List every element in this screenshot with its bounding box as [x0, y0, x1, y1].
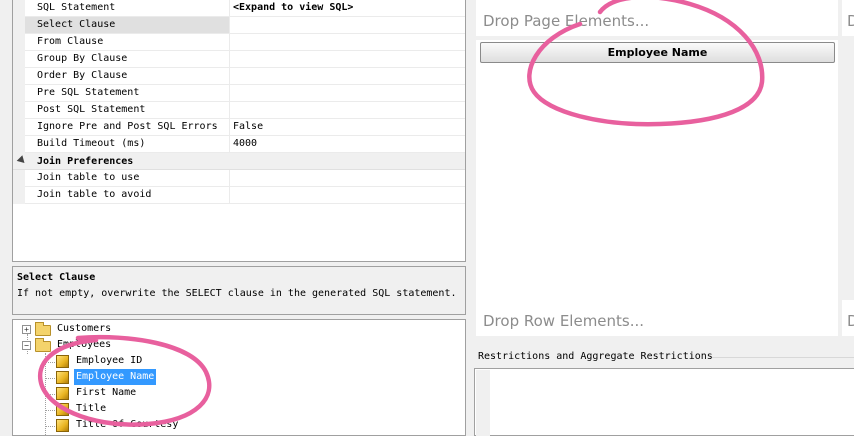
- property-row-post-sql-statement[interactable]: Post SQL Statement: [13, 102, 465, 119]
- property-row-select-clause[interactable]: Select Clause: [13, 17, 465, 34]
- field-cube-icon: [56, 371, 69, 384]
- header-divider: [712, 357, 854, 358]
- property-row-from-clause[interactable]: From Clause: [13, 34, 465, 51]
- tree-field-title-of-courtesy[interactable]: Title Of Courtesy: [13, 417, 313, 433]
- property-name: Build Timeout (ms): [25, 136, 230, 153]
- property-name: Ignore Pre and Post SQL Errors: [25, 119, 230, 136]
- property-value[interactable]: [230, 68, 465, 85]
- property-value[interactable]: <Expand to view SQL>: [230, 0, 465, 17]
- data-drop-area-bottom[interactable]: D: [842, 300, 854, 336]
- column-field-employee-name[interactable]: Employee Name: [480, 42, 835, 63]
- row-drop-hint: Drop Row Elements...: [483, 312, 645, 330]
- tree-label: Customers: [57, 323, 112, 334]
- description-title: Select Clause: [17, 272, 96, 283]
- collapse-minus-icon[interactable]: −: [22, 341, 31, 350]
- property-value[interactable]: [230, 102, 465, 119]
- tree-folder-customers[interactable]: + Customers: [13, 321, 313, 337]
- truncated-label: D: [847, 12, 854, 30]
- property-name: Pre SQL Statement: [25, 85, 230, 102]
- property-name: Select Clause: [25, 17, 230, 34]
- tree-folder-employees[interactable]: − Employees: [13, 337, 313, 353]
- property-name: SQL Statement: [25, 0, 230, 17]
- tree-label: Title Of Courtesy: [76, 419, 179, 430]
- tree-field-title[interactable]: Title: [13, 401, 313, 417]
- property-row-join-table-to-avoid[interactable]: Join table to avoid: [13, 187, 465, 204]
- property-name: Post SQL Statement: [25, 102, 230, 119]
- property-row-pre-sql-statement[interactable]: Pre SQL Statement: [13, 85, 465, 102]
- page-drop-area[interactable]: Drop Page Elements...: [476, 0, 838, 36]
- property-grid: SQL Statement <Expand to view SQL> Selec…: [12, 0, 466, 262]
- property-value[interactable]: [230, 187, 465, 204]
- property-value[interactable]: 4000: [230, 136, 465, 153]
- tree-field-employee-id[interactable]: Employee ID: [13, 353, 313, 369]
- property-row-build-timeout[interactable]: Build Timeout (ms) 4000: [13, 136, 465, 153]
- truncated-label: D: [847, 312, 854, 330]
- property-value[interactable]: [230, 17, 465, 34]
- field-tree[interactable]: + Customers − Employees Employee ID Empl…: [12, 319, 466, 436]
- property-name: From Clause: [25, 34, 230, 51]
- tree-label: First Name: [76, 387, 137, 398]
- expand-plus-icon[interactable]: +: [22, 325, 31, 334]
- folder-icon: [35, 338, 51, 352]
- field-cube-icon: [56, 403, 69, 416]
- property-name: Join table to use: [25, 170, 230, 187]
- restrictions-gutter: [476, 370, 490, 436]
- field-cube-icon: [56, 387, 69, 400]
- field-cube-icon: [56, 419, 69, 432]
- property-row-sql-statement[interactable]: SQL Statement <Expand to view SQL>: [13, 0, 465, 17]
- tree-field-employee-name[interactable]: Employee Name: [13, 369, 313, 385]
- property-row-join-table-to-use[interactable]: Join table to use: [13, 170, 465, 187]
- category-join-preferences[interactable]: Join Preferences: [13, 153, 465, 170]
- tree-label-selected: Employee Name: [74, 369, 157, 385]
- page-drop-hint: Drop Page Elements...: [483, 12, 650, 30]
- field-cube-icon: [56, 355, 69, 368]
- property-row-ignore-sql-errors[interactable]: Ignore Pre and Post SQL Errors False: [13, 119, 465, 136]
- property-row-order-by-clause[interactable]: Order By Clause: [13, 68, 465, 85]
- tree-field-first-name[interactable]: First Name: [13, 385, 313, 401]
- description-text: If not empty, overwrite the SELECT claus…: [17, 288, 457, 299]
- property-value[interactable]: [230, 51, 465, 68]
- tree-label: Title: [76, 403, 107, 414]
- property-row-group-by-clause[interactable]: Group By Clause: [13, 51, 465, 68]
- property-name: Join table to avoid: [25, 187, 230, 204]
- collapse-arrow-icon[interactable]: [16, 155, 28, 166]
- tree-label: Employees: [57, 339, 112, 350]
- column-drop-area[interactable]: Drop Row Elements...: [476, 40, 838, 336]
- restrictions-panel[interactable]: [474, 368, 854, 436]
- property-value[interactable]: [230, 85, 465, 102]
- property-value[interactable]: [230, 170, 465, 187]
- property-name: Group By Clause: [25, 51, 230, 68]
- category-label: Join Preferences: [37, 156, 134, 167]
- tree-label: Employee ID: [76, 355, 143, 366]
- data-drop-area-top[interactable]: D: [842, 0, 854, 36]
- property-value[interactable]: [230, 34, 465, 51]
- property-name: Order By Clause: [25, 68, 230, 85]
- folder-icon: [35, 322, 51, 336]
- property-description-panel: Select Clause If not empty, overwrite th…: [12, 266, 466, 315]
- property-value[interactable]: False: [230, 119, 465, 136]
